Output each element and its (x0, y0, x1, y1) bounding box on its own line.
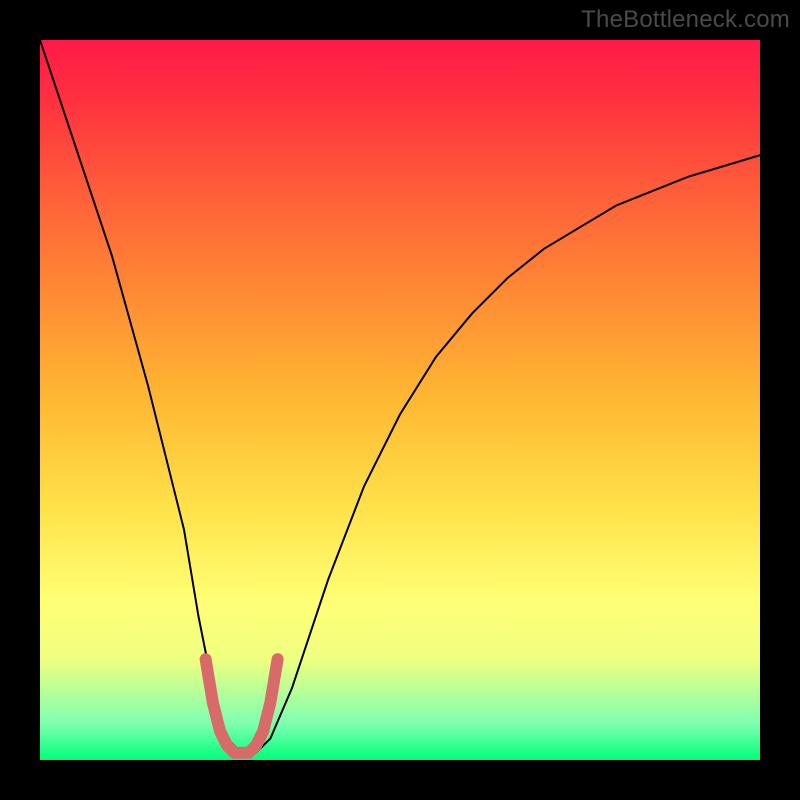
chart-frame: TheBottleneck.com (0, 0, 800, 800)
highlight-region (206, 659, 278, 753)
bottleneck-curve (40, 40, 760, 753)
curve-svg (40, 40, 760, 760)
plot-area (40, 40, 760, 760)
watermark-text: TheBottleneck.com (581, 6, 790, 34)
